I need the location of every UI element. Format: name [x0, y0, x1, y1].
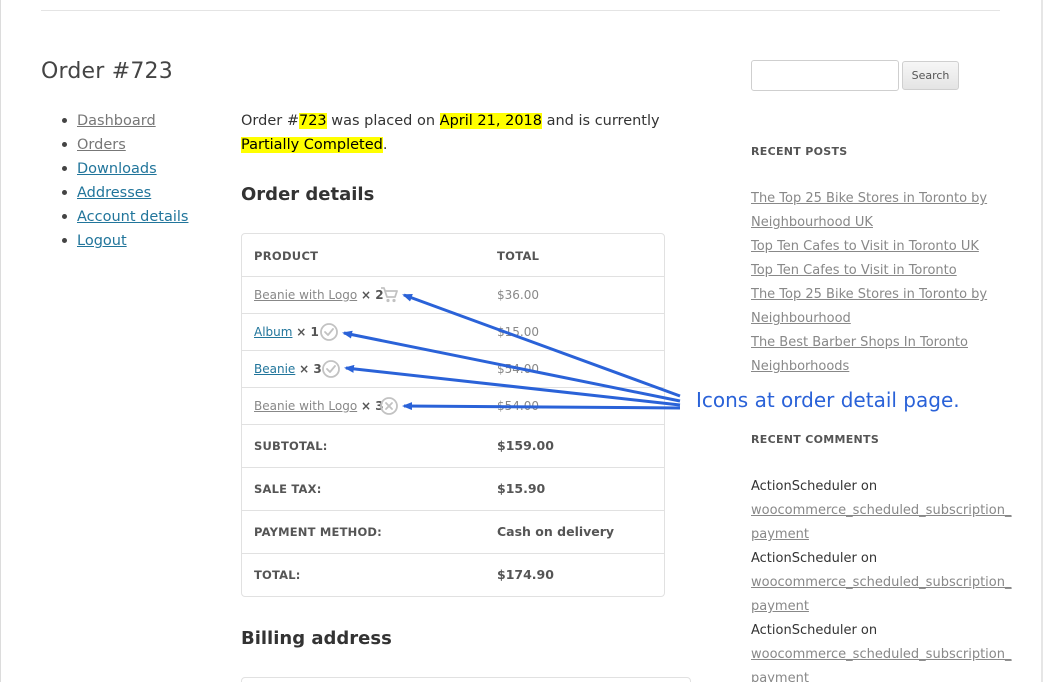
table-row: Beanie with Logo × 3 $54.00	[242, 388, 664, 425]
billing-address-box	[241, 677, 691, 682]
product-cell: Beanie with Logo × 3	[254, 399, 384, 413]
recent-post-link[interactable]: The Best Barber Shops In Toronto	[751, 331, 968, 355]
placed-on-text: was placed on	[326, 113, 440, 129]
annotation-label: Icons at order detail page.	[696, 388, 960, 412]
table-header-row: PRODUCT TOTAL	[242, 234, 664, 277]
line-total: $15.00	[497, 325, 539, 339]
line-total: $54.00	[497, 399, 539, 413]
order-prefix-text: Order #	[241, 113, 299, 129]
total-label: TOTAL:	[254, 568, 301, 582]
search-button[interactable]: Search	[902, 61, 959, 90]
comment-author: ActionScheduler	[751, 551, 857, 566]
addresses-link[interactable]: Addresses	[77, 185, 151, 201]
check-circle-icon	[322, 360, 340, 378]
line-total: $36.00	[497, 288, 539, 302]
comment-on-text: on	[856, 551, 878, 566]
comment-author: ActionScheduler	[751, 623, 857, 638]
order-details-heading: Order details	[241, 184, 375, 205]
comment-post-link[interactable]: woocommerce_scheduled_subscription_	[751, 571, 1011, 595]
table-row: Beanie × 3 $54.00	[242, 351, 664, 388]
orders-link[interactable]: Orders	[77, 137, 126, 153]
recent-post-link[interactable]: Neighborhoods	[751, 355, 849, 379]
recent-comments-heading: RECENT COMMENTS	[751, 433, 880, 446]
account-nav-item-dashboard: Dashboard	[62, 110, 188, 134]
product-quantity: × 3	[299, 362, 322, 376]
comment-post-link[interactable]: payment	[751, 523, 809, 547]
payment-method-value: Cash on delivery	[497, 524, 615, 539]
subtotal-label: SUBTOTAL:	[254, 439, 328, 453]
comment-meta: ActionScheduler on	[751, 475, 877, 499]
comment-post-link[interactable]: woocommerce_scheduled_subscription_	[751, 499, 1011, 523]
sale-tax-label: SALE TAX:	[254, 482, 322, 496]
recent-post-link[interactable]: Neighbourhood UK	[751, 211, 873, 235]
product-cell: Beanie × 3	[254, 362, 322, 376]
recent-post-link[interactable]: Neighbourhood	[751, 307, 851, 331]
product-cell: Album × 1	[254, 325, 319, 339]
summary-suffix: .	[382, 137, 388, 153]
shopping-cart-icon	[381, 287, 398, 303]
account-nav-item-downloads: Downloads	[62, 158, 188, 182]
order-details-table: PRODUCT TOTAL Beanie with Logo × 2 $36.0…	[241, 233, 665, 597]
total-row: TOTAL: $174.90	[242, 554, 664, 596]
order-status-summary: Order #723 was placed on April 21, 2018 …	[241, 109, 681, 157]
account-nav-item-account-details: Account details	[62, 206, 188, 230]
downloads-link[interactable]: Downloads	[77, 161, 157, 177]
comment-post-link[interactable]: payment	[751, 667, 809, 682]
order-number: 723	[298, 113, 327, 129]
check-circle-icon	[320, 323, 338, 341]
currently-text: and is currently	[542, 113, 660, 129]
comment-post-link[interactable]: woocommerce_scheduled_subscription_	[751, 643, 1011, 667]
product-link[interactable]: Beanie with Logo	[254, 399, 357, 413]
recent-post-link[interactable]: The Top 25 Bike Stores in Toronto by	[751, 283, 987, 307]
account-details-link[interactable]: Account details	[77, 209, 188, 225]
product-link[interactable]: Beanie with Logo	[254, 288, 357, 302]
table-row: Album × 1 $15.00	[242, 314, 664, 351]
comment-meta: ActionScheduler on	[751, 547, 877, 571]
account-nav-item-addresses: Addresses	[62, 182, 188, 206]
x-circle-icon	[380, 397, 398, 415]
subtotal-value: $159.00	[497, 438, 554, 453]
order-status: Partially Completed	[241, 137, 383, 153]
total-column-header: TOTAL	[497, 249, 540, 263]
comment-meta: ActionScheduler on	[751, 619, 877, 643]
account-nav-item-orders: Orders	[62, 134, 188, 158]
sale-tax-row: SALE TAX: $15.90	[242, 468, 664, 511]
product-link[interactable]: Beanie	[254, 362, 295, 376]
account-nav-item-logout: Logout	[62, 230, 188, 254]
product-column-header: PRODUCT	[254, 249, 319, 263]
search-input[interactable]	[751, 60, 899, 91]
comment-author: ActionScheduler	[751, 479, 857, 494]
recent-post-link[interactable]: Top Ten Cafes to Visit in Toronto UK	[751, 235, 979, 259]
order-date: April 21, 2018	[439, 113, 542, 129]
table-row: Beanie with Logo × 2 $36.00	[242, 277, 664, 314]
product-cell: Beanie with Logo × 2	[254, 288, 384, 302]
comment-on-text: on	[856, 479, 878, 494]
page-title: Order #723	[41, 59, 173, 84]
recent-post-link[interactable]: Top Ten Cafes to Visit in Toronto	[751, 259, 957, 283]
payment-method-row: PAYMENT METHOD: Cash on delivery	[242, 511, 664, 554]
comment-on-text: on	[856, 623, 878, 638]
product-quantity: × 1	[296, 325, 319, 339]
sale-tax-value: $15.90	[497, 481, 546, 496]
line-total: $54.00	[497, 362, 539, 376]
recent-post-link[interactable]: The Top 25 Bike Stores in Toronto by	[751, 187, 987, 211]
subtotal-row: SUBTOTAL: $159.00	[242, 425, 664, 468]
account-navigation: Dashboard Orders Downloads Addresses Acc…	[62, 110, 188, 254]
product-link[interactable]: Album	[254, 325, 292, 339]
payment-method-label: PAYMENT METHOD:	[254, 525, 382, 539]
dashboard-link[interactable]: Dashboard	[77, 113, 156, 129]
recent-posts-heading: RECENT POSTS	[751, 145, 848, 158]
billing-address-heading: Billing address	[241, 628, 392, 649]
page-frame-left	[0, 0, 1, 682]
comment-post-link[interactable]: payment	[751, 595, 809, 619]
total-value: $174.90	[497, 567, 554, 582]
header-divider	[41, 10, 1000, 11]
logout-link[interactable]: Logout	[77, 233, 127, 249]
